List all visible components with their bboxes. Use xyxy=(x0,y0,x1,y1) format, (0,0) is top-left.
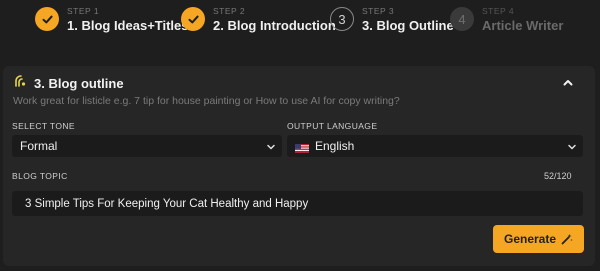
step-title: 1. Blog Ideas+Titles xyxy=(67,17,189,33)
step-2[interactable]: STEP 2 2. Blog Introduction xyxy=(181,7,336,32)
blog-outline-card: 3. Blog outline Work great for listicle … xyxy=(3,66,595,266)
topic-label: BLOG TOPIC xyxy=(12,171,68,181)
step-number-badge: 4 xyxy=(450,7,474,32)
chevron-up-icon[interactable] xyxy=(561,76,575,90)
card-title: 3. Blog outline xyxy=(34,76,124,91)
outline-icon xyxy=(13,74,27,93)
step-title: 3. Blog Outline xyxy=(362,17,454,33)
step-label: STEP 3 xyxy=(362,6,395,16)
stepper: STEP 1 1. Blog Ideas+Titles STEP 2 2. Bl… xyxy=(0,0,600,50)
step-label: STEP 2 xyxy=(213,6,246,16)
step-3[interactable]: 3 STEP 3 3. Blog Outline xyxy=(330,7,454,32)
tone-value: Formal xyxy=(20,139,58,153)
tone-label: SELECT TONE xyxy=(12,121,75,131)
card-header[interactable]: 3. Blog outline xyxy=(13,74,124,93)
card-hint: Work great for listicle e.g. 7 tip for h… xyxy=(13,95,400,107)
step-number-badge: 3 xyxy=(330,7,354,32)
us-flag-icon xyxy=(295,142,309,153)
step-title: Article Writer xyxy=(482,17,564,33)
language-select[interactable]: English xyxy=(287,135,583,157)
check-icon xyxy=(35,7,59,32)
check-icon xyxy=(181,7,205,32)
blog-topic-input[interactable]: 3 Simple Tips For Keeping Your Cat Healt… xyxy=(12,191,583,216)
chevron-down-icon xyxy=(266,141,276,151)
step-label: STEP 4 xyxy=(482,6,515,16)
step-label: STEP 1 xyxy=(67,6,100,16)
chevron-down-icon xyxy=(567,141,577,151)
step-title: 2. Blog Introduction xyxy=(213,17,336,33)
language-value: English xyxy=(315,139,355,153)
tone-select[interactable]: Formal xyxy=(12,135,282,157)
magic-wand-icon xyxy=(561,234,573,245)
language-label: OUTPUT LANGUAGE xyxy=(287,121,378,131)
topic-char-counter: 52/120 xyxy=(544,171,572,181)
generate-label: Generate xyxy=(503,232,557,246)
step-1[interactable]: STEP 1 1. Blog Ideas+Titles xyxy=(35,7,189,32)
step-4[interactable]: 4 STEP 4 Article Writer xyxy=(450,7,563,32)
blog-topic-value: 3 Simple Tips For Keeping Your Cat Healt… xyxy=(25,197,309,210)
generate-button[interactable]: Generate xyxy=(493,225,584,253)
